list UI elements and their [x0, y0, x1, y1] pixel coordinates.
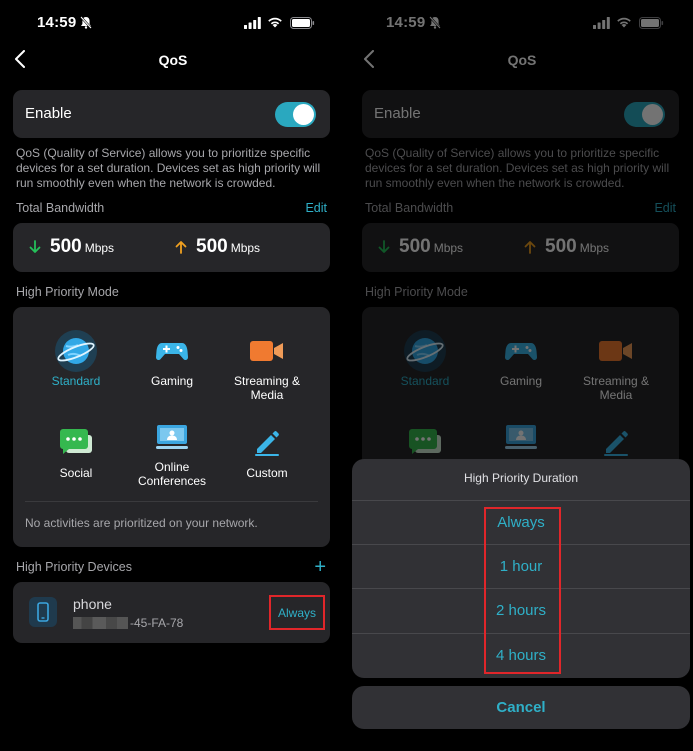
qos-description: QoS (Quality of Service) allows you to p… [16, 146, 321, 190]
device-mac-suffix: -45-FA-78 [130, 616, 184, 630]
pencil-icon [255, 431, 279, 456]
gamepad-icon [156, 343, 188, 361]
status-time: 14:59 [37, 14, 77, 31]
download-unit: Mbps [84, 241, 115, 255]
device-mac: -45-FA-78 [73, 616, 183, 630]
mode-label: Streaming & Media [233, 374, 301, 402]
phone-icon [29, 597, 57, 627]
planet-icon [55, 330, 97, 372]
qos-screen-with-duration-sheet: 14:59 QoS Enable QoS (Quality of Service… [349, 0, 693, 751]
toggle-knob [293, 104, 314, 125]
device-duration-button[interactable]: Always [269, 595, 325, 630]
high-priority-mode-label: High Priority Mode [16, 285, 119, 299]
duration-action-sheet: High Priority Duration Always 1 hour 2 h… [352, 459, 690, 678]
mode-gaming[interactable]: Gaming [124, 331, 220, 388]
priority-mode-card: Standard Gaming Streaming & Media Social… [13, 307, 330, 547]
add-device-button[interactable]: + [314, 557, 326, 577]
sheet-title: High Priority Duration [463, 471, 579, 485]
enable-toggle[interactable] [275, 102, 316, 127]
cancel-button[interactable]: Cancel [352, 686, 690, 729]
signal-icon [244, 17, 261, 29]
mode-standard[interactable]: Standard [28, 330, 124, 388]
download-arrow-icon [29, 240, 41, 253]
status-bar: 14:59 [0, 14, 346, 34]
download-bandwidth: 500 Mbps [29, 236, 114, 258]
high-priority-devices-label: High Priority Devices [16, 560, 133, 574]
mode-label: Standard [51, 374, 101, 388]
video-camera-icon [250, 341, 283, 361]
mode-online-conferences[interactable]: Online Conferences [124, 417, 220, 488]
mode-label: Gaming [150, 374, 194, 388]
edit-bandwidth-link[interactable]: Edit [305, 201, 327, 215]
chat-icon [60, 429, 92, 454]
wifi-icon [268, 17, 282, 28]
device-row[interactable]: phone -45-FA-78 Always [13, 582, 330, 643]
mac-redacted [73, 617, 128, 629]
mode-label: Online Conferences [137, 460, 207, 488]
mode-label: Custom [246, 466, 288, 480]
bandwidth-card: 500 Mbps 500 Mbps [13, 223, 330, 272]
total-bandwidth-label: Total Bandwidth [16, 201, 105, 215]
mode-custom[interactable]: Custom [219, 423, 315, 480]
mode-streaming-media[interactable]: Streaming & Media [219, 331, 315, 402]
bell-muted-icon [80, 16, 92, 29]
nav-bar: QoS [0, 48, 346, 72]
upload-arrow-icon [175, 241, 187, 254]
download-value: 500 [50, 236, 82, 257]
upload-value: 500 [196, 236, 228, 257]
divider [25, 501, 318, 502]
conference-icon [156, 425, 188, 449]
enable-row: Enable [13, 90, 330, 138]
upload-bandwidth: 500 Mbps [175, 236, 260, 258]
upload-unit: Mbps [230, 241, 261, 255]
highlight-box [484, 507, 561, 674]
page-title: QoS [158, 52, 188, 68]
qos-screen: 14:59 QoS Enable QoS (Quality of Service… [0, 0, 346, 751]
battery-icon [290, 17, 315, 29]
enable-label: Enable [25, 105, 72, 122]
mode-label: Social [59, 466, 93, 480]
device-name: phone [73, 596, 112, 612]
no-activities-message: No activities are prioritized on your ne… [25, 516, 258, 530]
mode-social[interactable]: Social [28, 423, 124, 480]
